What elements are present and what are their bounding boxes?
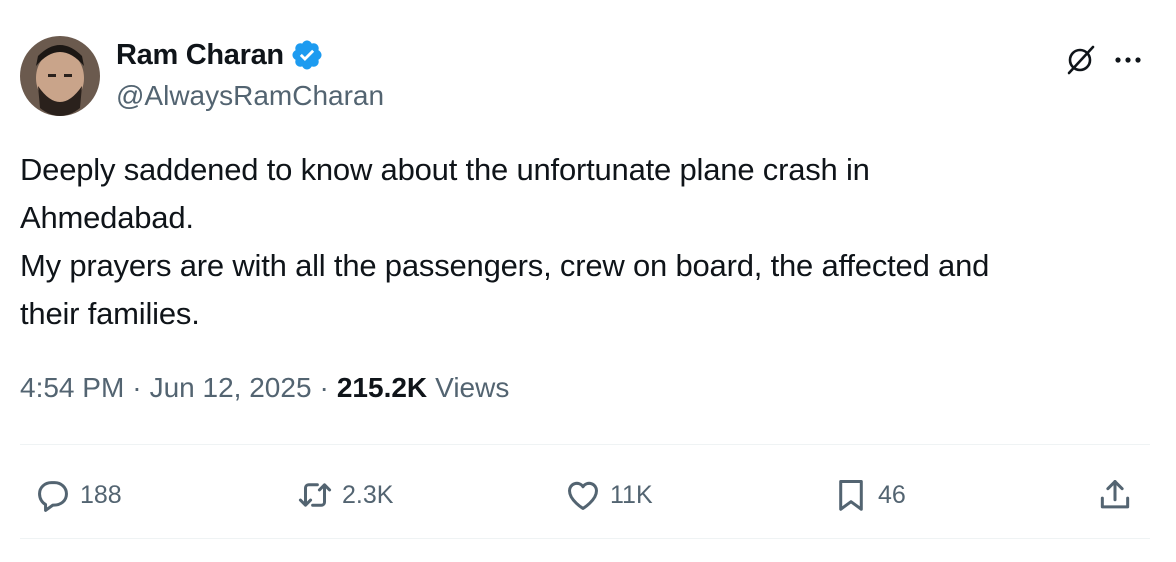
post-meta: 4:54 PM · Jun 12, 2025 · 215.2K Views: [20, 372, 509, 404]
author-name[interactable]: Ram Charan: [116, 39, 284, 72]
more-icon[interactable]: [1108, 40, 1148, 80]
author-handle[interactable]: @AlwaysRamCharan: [116, 80, 384, 112]
repost-icon: [298, 483, 332, 507]
bookmark-count: 46: [878, 480, 906, 509]
reply-button[interactable]: 188: [34, 472, 122, 518]
action-bar: 188 2.3K 11K 46: [20, 472, 1150, 518]
repost-button[interactable]: 2.3K: [296, 472, 393, 518]
verified-badge-icon: [290, 38, 324, 72]
grok-icon[interactable]: [1060, 40, 1100, 80]
author-row: Ram Charan: [116, 38, 324, 72]
avatar[interactable]: [20, 36, 100, 116]
like-button[interactable]: 11K: [564, 472, 653, 518]
repost-count: 2.3K: [342, 480, 394, 509]
divider: [20, 444, 1150, 445]
post-date[interactable]: Jun 12, 2025: [150, 372, 312, 404]
avatar-image: [20, 36, 100, 116]
meta-separator: ·: [132, 372, 142, 403]
reply-icon: [38, 481, 68, 512]
reply-count: 188: [80, 480, 122, 509]
post-time[interactable]: 4:54 PM: [20, 372, 124, 404]
bookmark-button[interactable]: 46: [832, 472, 906, 518]
views-count: 215.2K: [336, 372, 428, 403]
bookmark-icon: [839, 480, 863, 511]
divider: [20, 538, 1150, 539]
like-icon: [568, 481, 598, 510]
views-label: Views: [435, 372, 510, 403]
share-icon: [1100, 480, 1130, 509]
post-text: Deeply saddened to know about the unfort…: [20, 152, 990, 331]
share-button[interactable]: [1096, 472, 1134, 518]
like-count: 11K: [610, 480, 653, 509]
meta-separator: ·: [319, 372, 329, 403]
